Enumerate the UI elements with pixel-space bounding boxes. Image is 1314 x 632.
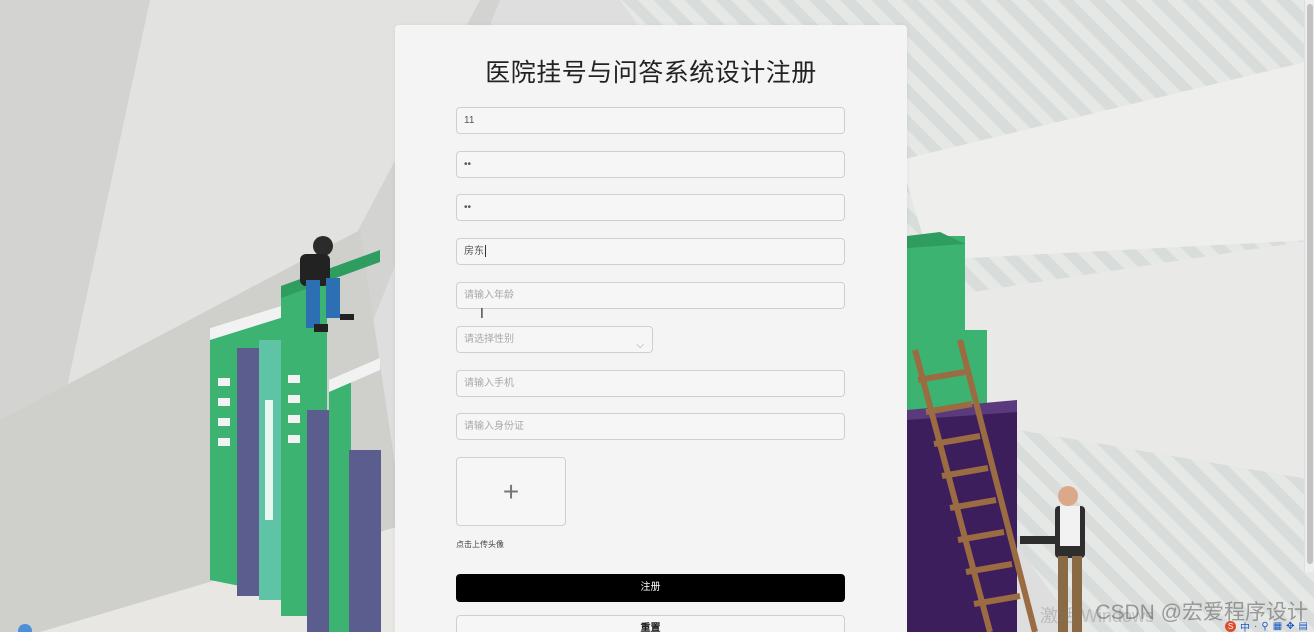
upload-hint: 点击上传头像 xyxy=(456,540,504,549)
page-scrollbar[interactable] xyxy=(1304,0,1314,572)
microphone-icon[interactable]: ⚲ xyxy=(1261,621,1268,632)
confirm-password-input[interactable]: •• xyxy=(456,194,845,221)
sogou-icon[interactable]: S xyxy=(1225,620,1237,632)
text-caret xyxy=(485,245,486,258)
username-input[interactable]: 11 xyxy=(456,107,845,134)
register-button[interactable]: 注册 xyxy=(456,574,845,602)
plus-icon: + xyxy=(502,475,520,507)
ime-punct-icon[interactable]: · xyxy=(1254,621,1257,632)
register-form-card: 医院挂号与问答系统设计注册 11 •• •• 房东 请输入年龄 I 请选择性别 … xyxy=(395,25,907,632)
age-input[interactable]: 请输入年龄 xyxy=(456,282,845,309)
ime-chinese-icon[interactable]: 中 xyxy=(1240,619,1250,632)
system-tray: S 中 · ⚲ ▦ ✥ ▤ xyxy=(1225,620,1308,632)
gender-select-placeholder: 请选择性别 xyxy=(464,334,514,345)
password-input[interactable]: •• xyxy=(456,151,845,178)
id-card-input[interactable]: 请输入身份证 xyxy=(456,413,845,440)
avatar-upload[interactable]: + xyxy=(456,457,566,526)
grid-icon[interactable]: ▤ xyxy=(1299,621,1308,632)
shirt-icon[interactable]: ✥ xyxy=(1286,621,1294,632)
chevron-down-icon: ⌵ xyxy=(636,340,644,351)
keyboard-icon[interactable]: ▦ xyxy=(1273,621,1282,632)
text-cursor-icon: I xyxy=(480,307,484,322)
name-input-value: 房东 xyxy=(464,246,484,257)
scrollbar-thumb[interactable] xyxy=(1307,4,1313,564)
assistant-icon[interactable] xyxy=(18,624,32,632)
reset-button[interactable]: 重置 xyxy=(456,615,845,632)
page-title: 医院挂号与问答系统设计注册 xyxy=(485,59,817,87)
gender-select[interactable]: 请选择性别 ⌵ xyxy=(456,326,653,353)
name-input[interactable]: 房东 xyxy=(456,238,845,265)
phone-input[interactable]: 请输入手机 xyxy=(456,370,845,397)
